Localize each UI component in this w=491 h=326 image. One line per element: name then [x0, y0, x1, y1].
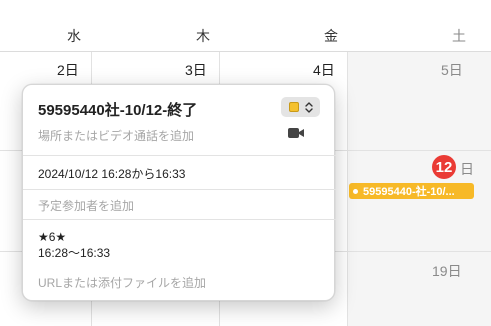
day-cell-5[interactable]: 5日 [441, 60, 463, 80]
event-dot-icon [353, 188, 358, 194]
today-day-suffix: 日 [460, 161, 474, 177]
day-cell-2[interactable]: 2日 [57, 60, 79, 80]
invitees-input[interactable]: 予定参加者を追加 [38, 197, 134, 214]
weekday-header: 水 木 金 土 [0, 0, 491, 52]
event-notes[interactable]: ★6★ 16:28～16:33 [38, 229, 110, 261]
day-cell-4[interactable]: 4日 [313, 60, 335, 80]
video-camera-icon[interactable] [288, 127, 304, 139]
weekday-thu: 木 [196, 28, 210, 44]
url-attachment-input[interactable]: URLまたは添付ファイルを追加 [38, 274, 206, 291]
today-badge[interactable]: 12 [432, 155, 456, 179]
column-divider [347, 52, 348, 326]
weekday-fri: 金 [324, 28, 338, 44]
chevron-up-down-icon [305, 101, 313, 113]
color-swatch [289, 102, 299, 112]
event-datetime[interactable]: 2024/10/12 16:28から16:33 [38, 165, 185, 182]
day-cell-19[interactable]: 19日 [432, 261, 462, 281]
event-chip[interactable]: 59595440-社-10/... [349, 183, 474, 199]
weekday-wed: 水 [67, 28, 81, 44]
event-title[interactable]: 59595440社-10/12-終了 [38, 99, 197, 120]
location-input[interactable]: 場所またはビデオ通話を追加 [38, 127, 194, 144]
calendar-color-select[interactable] [281, 97, 320, 117]
day-cell-3[interactable]: 3日 [185, 60, 207, 80]
divider [23, 219, 336, 220]
weekday-sat: 土 [452, 28, 466, 44]
divider [23, 189, 336, 190]
notes-line: ★6★ [38, 230, 67, 244]
event-chip-label: 59595440-社-10/... [363, 186, 455, 198]
divider [23, 155, 336, 156]
event-detail-popover: 59595440社-10/12-終了 場所またはビデオ通話を追加 2024/10… [22, 84, 336, 301]
notes-line: 16:28～16:33 [38, 246, 111, 260]
